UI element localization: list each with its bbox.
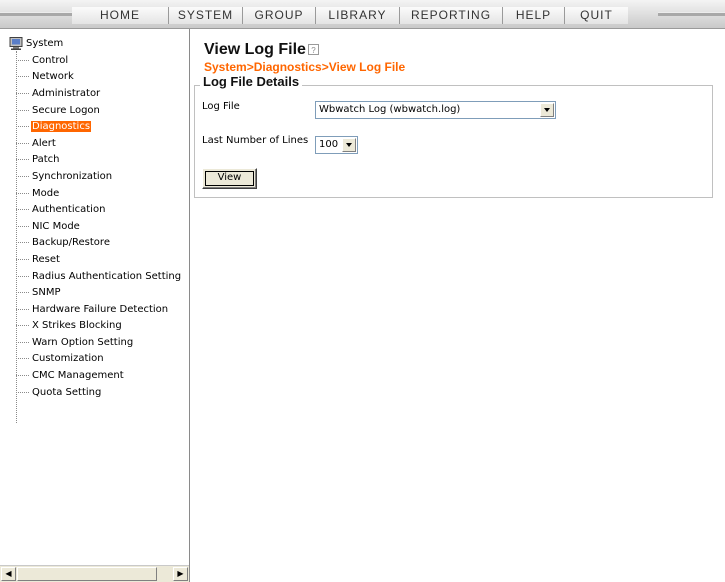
tree-branch-line [16,325,29,327]
tree-item-label: Quota Setting [32,386,102,398]
tree-item-x-strikes-blocking[interactable]: X Strikes Blocking [16,318,182,335]
tree-branch-line [16,209,29,211]
view-button[interactable]: View [202,168,257,189]
page-title: View Log File? [204,41,319,59]
tree-item-label: Synchronization [32,170,113,182]
menu-library[interactable]: LIBRARY [315,7,399,24]
tree-item-label: Administrator [32,87,101,99]
lines-select-value: 100 [319,139,339,150]
menu-home[interactable]: HOME [72,7,168,24]
tree-item-label: Secure Logon [32,104,100,116]
tree-item-label: Hardware Failure Detection [32,303,169,315]
tree-item-hardware-failure-detection[interactable]: Hardware Failure Detection [16,301,182,318]
tree-item-label: Warn Option Setting [32,336,134,348]
main-content: View Log File? System>Diagnostics>View L… [192,29,725,582]
tree-item-warn-option-setting[interactable]: Warn Option Setting [16,334,182,351]
tree-item-mode[interactable]: Mode [16,185,182,202]
tree-branch-line [16,242,29,244]
tree-branch-line [16,92,29,94]
tree-branch-line [16,142,29,144]
log-file-label: Log File [202,101,240,112]
tree-item-label: CMC Management [32,370,124,382]
chevron-down-icon[interactable] [540,103,554,117]
help-icon[interactable]: ? [307,44,319,55]
tree-horizontal-scrollbar[interactable]: ◀ ▶ [0,565,189,582]
menu-rail-right [658,12,725,16]
top-menu-bar: HOME SYSTEM GROUP LIBRARY REPORTING HELP… [0,0,725,29]
tree-item-label: Alert [32,137,56,149]
lines-label: Last Number of Lines [202,135,309,146]
tree-item-administrator[interactable]: Administrator [16,85,182,102]
tree-list: Control Network Administrator Secure Logon D… [16,52,182,400]
tree-branch-line [16,391,29,393]
menu-rail-left [0,12,72,16]
menu-reporting[interactable]: REPORTING [399,7,502,24]
tree-item-authentication[interactable]: Authentication [16,201,182,218]
tree-branch-line [16,159,29,161]
tree-item-diagnostics[interactable]: Diagnostics [16,118,182,135]
tree-branch-line [16,225,29,227]
tree-item-label: Reset [32,253,60,265]
log-file-select[interactable]: Wbwatch Log (wbwatch.log) [315,101,556,119]
tree-branch-line [16,192,29,194]
tree-item-label: Customization [32,353,104,365]
tree-item-label: NIC Mode [32,220,80,232]
tree-root-system[interactable]: System [9,36,63,50]
tree-item-snmp[interactable]: SNMP [16,284,182,301]
tree-branch-line [16,59,29,61]
tree-item-network[interactable]: Network [16,69,182,86]
tree-item-label: Network [32,71,74,83]
tree-item-label: Control [32,54,69,66]
tree-item-secure-logon[interactable]: Secure Logon [16,102,182,119]
tree-branch-line [16,76,29,78]
tree-item-label: X Strikes Blocking [32,320,122,332]
tree-item-backup-restore[interactable]: Backup/Restore [16,235,182,252]
scroll-left-arrow-icon[interactable]: ◀ [1,567,16,581]
tree-item-label: Patch [32,154,60,166]
tree-item-label: Diagnostics [31,121,92,133]
tree-branch-line [16,258,29,260]
navigation-tree: System Control Network Administrator Secure… [0,29,190,582]
tree-item-patch[interactable]: Patch [16,152,182,169]
chevron-down-icon[interactable] [342,138,356,152]
tree-item-label: Backup/Restore [32,237,110,249]
scroll-right-arrow-icon[interactable]: ▶ [173,567,188,581]
log-file-select-value: Wbwatch Log (wbwatch.log) [319,104,461,115]
tree-branch-line [16,308,29,310]
tree-branch-line [16,275,29,277]
computer-icon [9,36,23,50]
tree-root-label: System [26,37,64,49]
menu-quit[interactable]: QUIT [564,7,628,24]
tree-item-label: Radius Authentication Setting [32,270,182,282]
section-title: Log File Details [200,74,303,89]
tree-item-synchronization[interactable]: Synchronization [16,168,182,185]
tree-item-label: Mode [32,187,60,199]
menu-system[interactable]: SYSTEM [168,7,242,24]
breadcrumb: System>Diagnostics>View Log File [204,60,406,74]
tree-branch-line [16,126,29,128]
lines-select[interactable]: 100 [315,136,358,154]
tree-branch-line [16,375,29,377]
menu-help[interactable]: HELP [502,7,564,24]
tree-item-customization[interactable]: Customization [16,351,182,368]
tree-item-label: SNMP [32,287,61,299]
menu-items: HOME SYSTEM GROUP LIBRARY REPORTING HELP… [72,7,628,24]
tree-item-cmc-management[interactable]: CMC Management [16,367,182,384]
tree-branch-line [16,292,29,294]
tree-branch-line [16,358,29,360]
tree-branch-line [16,109,29,111]
scrollbar-thumb[interactable] [17,567,157,581]
tree-item-reset[interactable]: Reset [16,251,182,268]
tree-item-control[interactable]: Control [16,52,182,69]
tree-item-radius-authentication-setting[interactable]: Radius Authentication Setting [16,268,182,285]
page-title-text: View Log File [204,41,306,58]
tree-item-quota-setting[interactable]: Quota Setting [16,384,182,401]
menu-group[interactable]: GROUP [242,7,315,24]
tree-item-label: Authentication [32,204,106,216]
tree-item-nic-mode[interactable]: NIC Mode [16,218,182,235]
tree-item-alert[interactable]: Alert [16,135,182,152]
tree-branch-line [16,175,29,177]
tree-branch-line [16,341,29,343]
